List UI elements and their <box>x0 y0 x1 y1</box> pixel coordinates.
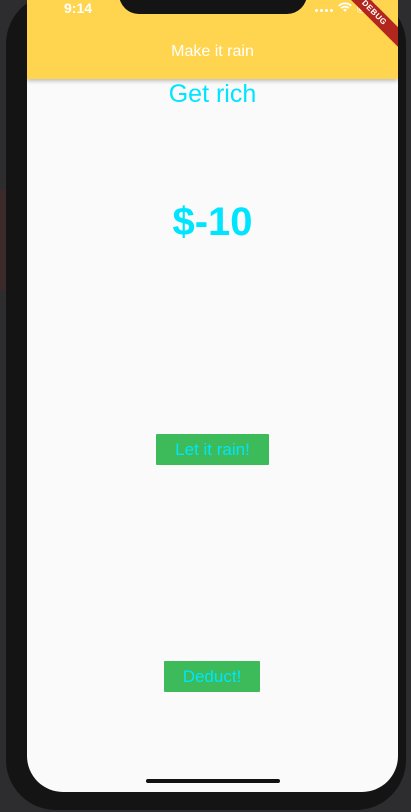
deduct-button[interactable]: Deduct! <box>164 661 260 692</box>
home-indicator <box>146 779 280 783</box>
let-it-rain-button[interactable]: Let it rain! <box>156 434 269 465</box>
app-screen: 9:14 DEBUG Make it rain Get rich $-10 Le… <box>27 0 398 792</box>
wifi-icon <box>338 1 352 13</box>
balance-amount: $-10 <box>172 200 253 244</box>
page-heading: Get rich <box>168 80 257 108</box>
app-bar-title: Make it rain <box>171 43 254 60</box>
app-bar: 9:14 DEBUG Make it rain <box>27 0 398 79</box>
signal-icon <box>315 2 333 12</box>
phone-frame: 9:14 DEBUG Make it rain Get rich $-10 Le… <box>6 0 406 810</box>
status-time: 9:14 <box>64 0 93 16</box>
device-notch <box>119 0 307 14</box>
